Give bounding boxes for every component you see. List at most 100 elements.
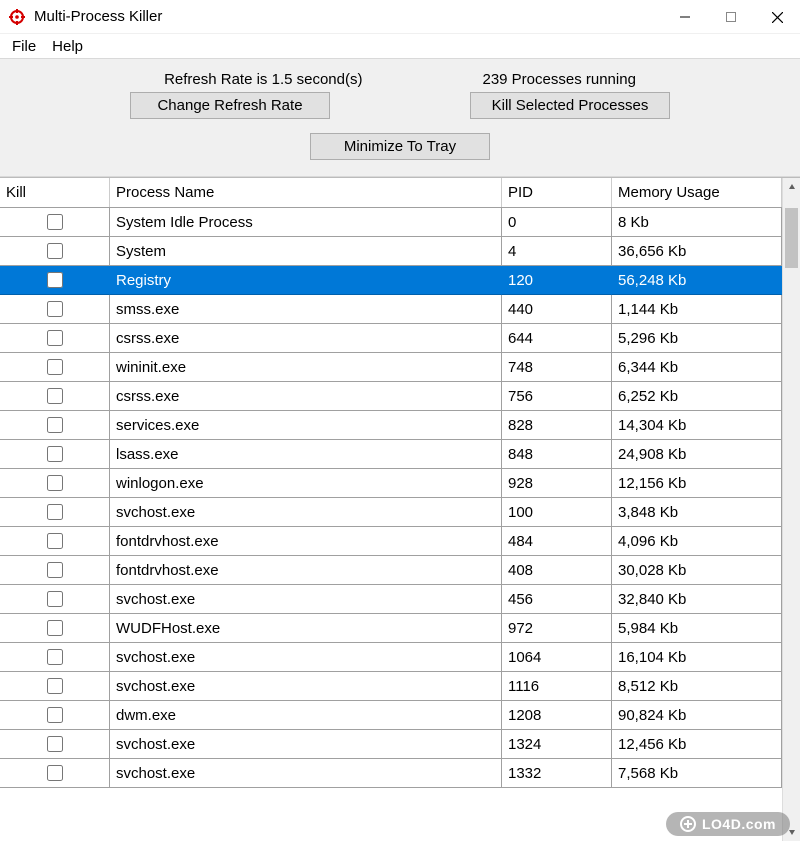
- kill-selected-processes-button[interactable]: Kill Selected Processes: [470, 92, 670, 119]
- kill-checkbox[interactable]: [47, 301, 63, 317]
- table-row[interactable]: WUDFHost.exe9725,984 Kb: [0, 614, 782, 643]
- kill-cell: [0, 411, 110, 440]
- kill-checkbox[interactable]: [47, 359, 63, 375]
- scroll-thumb[interactable]: [785, 208, 798, 268]
- minimize-to-tray-button[interactable]: Minimize To Tray: [310, 133, 490, 160]
- refresh-rate-label: Refresh Rate is 1.5 second(s): [164, 71, 362, 88]
- table-row[interactable]: csrss.exe6445,296 Kb: [0, 324, 782, 353]
- minimize-button[interactable]: [662, 0, 708, 34]
- table-row[interactable]: System436,656 Kb: [0, 237, 782, 266]
- process-name-cell: fontdrvhost.exe: [110, 527, 502, 556]
- table-row[interactable]: csrss.exe7566,252 Kb: [0, 382, 782, 411]
- app-icon: [8, 8, 26, 26]
- kill-cell: [0, 701, 110, 730]
- table-row[interactable]: Registry12056,248 Kb: [0, 266, 782, 295]
- kill-checkbox[interactable]: [47, 330, 63, 346]
- toolbar-panel: Refresh Rate is 1.5 second(s) 239 Proces…: [0, 58, 800, 177]
- kill-checkbox[interactable]: [47, 562, 63, 578]
- process-name-cell: System Idle Process: [110, 208, 502, 237]
- kill-cell: [0, 643, 110, 672]
- column-process-name[interactable]: Process Name: [110, 178, 502, 207]
- pid-cell: 456: [502, 585, 612, 614]
- kill-checkbox[interactable]: [47, 620, 63, 636]
- table-row[interactable]: fontdrvhost.exe4844,096 Kb: [0, 527, 782, 556]
- memory-cell: 90,824 Kb: [612, 701, 782, 730]
- menu-file[interactable]: File: [4, 36, 44, 57]
- kill-cell: [0, 527, 110, 556]
- kill-cell: [0, 730, 110, 759]
- scroll-up-arrow-icon[interactable]: [783, 178, 800, 196]
- close-button[interactable]: [754, 0, 800, 34]
- kill-cell: [0, 382, 110, 411]
- column-kill[interactable]: Kill: [0, 178, 110, 207]
- kill-checkbox[interactable]: [47, 475, 63, 491]
- table-row[interactable]: svchost.exe45632,840 Kb: [0, 585, 782, 614]
- kill-checkbox[interactable]: [47, 707, 63, 723]
- table-row[interactable]: svchost.exe106416,104 Kb: [0, 643, 782, 672]
- process-name-cell: svchost.exe: [110, 643, 502, 672]
- menu-help[interactable]: Help: [44, 36, 91, 57]
- kill-checkbox[interactable]: [47, 446, 63, 462]
- kill-checkbox[interactable]: [47, 272, 63, 288]
- pid-cell: 748: [502, 353, 612, 382]
- watermark-icon: [680, 816, 696, 832]
- process-name-cell: svchost.exe: [110, 759, 502, 788]
- pid-cell: 1116: [502, 672, 612, 701]
- kill-checkbox[interactable]: [47, 765, 63, 781]
- kill-checkbox[interactable]: [47, 736, 63, 752]
- window-controls: [662, 0, 800, 33]
- pid-cell: 1324: [502, 730, 612, 759]
- vertical-scrollbar[interactable]: [782, 178, 800, 841]
- kill-checkbox[interactable]: [47, 214, 63, 230]
- table-row[interactable]: fontdrvhost.exe40830,028 Kb: [0, 556, 782, 585]
- table-row[interactable]: services.exe82814,304 Kb: [0, 411, 782, 440]
- menubar: File Help: [0, 34, 800, 58]
- table-row[interactable]: smss.exe4401,144 Kb: [0, 295, 782, 324]
- table-row[interactable]: wininit.exe7486,344 Kb: [0, 353, 782, 382]
- kill-checkbox[interactable]: [47, 533, 63, 549]
- pid-cell: 756: [502, 382, 612, 411]
- kill-checkbox[interactable]: [47, 678, 63, 694]
- memory-cell: 7,568 Kb: [612, 759, 782, 788]
- process-name-cell: WUDFHost.exe: [110, 614, 502, 643]
- kill-checkbox[interactable]: [47, 649, 63, 665]
- table-row[interactable]: dwm.exe120890,824 Kb: [0, 701, 782, 730]
- table-row[interactable]: svchost.exe13327,568 Kb: [0, 759, 782, 788]
- kill-cell: [0, 324, 110, 353]
- process-name-cell: System: [110, 237, 502, 266]
- process-name-cell: svchost.exe: [110, 730, 502, 759]
- kill-cell: [0, 237, 110, 266]
- memory-cell: 4,096 Kb: [612, 527, 782, 556]
- process-name-cell: csrss.exe: [110, 324, 502, 353]
- change-refresh-rate-button[interactable]: Change Refresh Rate: [130, 92, 330, 119]
- table-row[interactable]: winlogon.exe92812,156 Kb: [0, 469, 782, 498]
- table-row[interactable]: svchost.exe132412,456 Kb: [0, 730, 782, 759]
- kill-cell: [0, 614, 110, 643]
- table-row[interactable]: System Idle Process08 Kb: [0, 208, 782, 237]
- table-row[interactable]: svchost.exe1003,848 Kb: [0, 498, 782, 527]
- memory-cell: 24,908 Kb: [612, 440, 782, 469]
- pid-cell: 928: [502, 469, 612, 498]
- memory-cell: 5,296 Kb: [612, 324, 782, 353]
- kill-checkbox[interactable]: [47, 417, 63, 433]
- column-pid[interactable]: PID: [502, 178, 612, 207]
- kill-checkbox[interactable]: [47, 243, 63, 259]
- kill-cell: [0, 672, 110, 701]
- table-row[interactable]: lsass.exe84824,908 Kb: [0, 440, 782, 469]
- memory-cell: 12,456 Kb: [612, 730, 782, 759]
- kill-checkbox[interactable]: [47, 591, 63, 607]
- process-name-cell: fontdrvhost.exe: [110, 556, 502, 585]
- maximize-button[interactable]: [708, 0, 754, 34]
- pid-cell: 100: [502, 498, 612, 527]
- process-table: Kill Process Name PID Memory Usage Syste…: [0, 177, 800, 841]
- memory-cell: 8,512 Kb: [612, 672, 782, 701]
- column-memory-usage[interactable]: Memory Usage: [612, 178, 782, 207]
- kill-checkbox[interactable]: [47, 504, 63, 520]
- kill-cell: [0, 498, 110, 527]
- table-row[interactable]: svchost.exe11168,512 Kb: [0, 672, 782, 701]
- kill-checkbox[interactable]: [47, 388, 63, 404]
- pid-cell: 0: [502, 208, 612, 237]
- titlebar: Multi-Process Killer: [0, 0, 800, 34]
- memory-cell: 8 Kb: [612, 208, 782, 237]
- memory-cell: 5,984 Kb: [612, 614, 782, 643]
